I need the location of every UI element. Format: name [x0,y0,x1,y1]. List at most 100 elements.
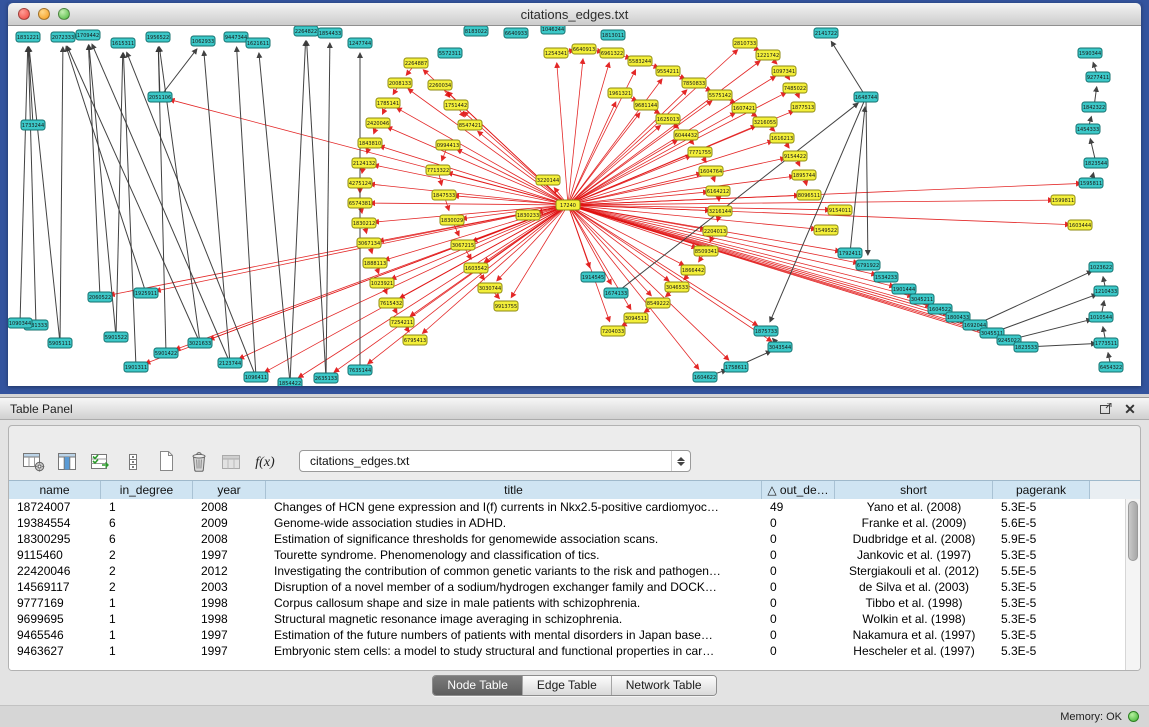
graph-node[interactable]: 8549222 [646,298,670,308]
table-row[interactable]: 977716911998Corpus callosum shape and si… [9,595,1125,611]
graph-node[interactable]: 0994413 [436,140,460,150]
graph-node[interactable]: 5901422 [154,348,178,358]
graph-node[interactable]: 1901444 [892,284,916,294]
column-header-name[interactable]: name [9,481,101,500]
float-panel-icon[interactable] [1097,401,1115,417]
graph-node[interactable]: 1090344 [8,318,32,328]
column-header-year[interactable]: year [193,481,266,500]
graph-node[interactable]: 6574381 [348,198,372,208]
graph-node[interactable]: 2060522 [88,292,112,302]
graph-node[interactable]: 3216144 [708,206,732,216]
graph-node[interactable]: 6961322 [600,48,624,58]
table-row[interactable]: 969969511998Structural magnetic resonanc… [9,611,1125,627]
graph-node[interactable]: 5901522 [104,332,128,342]
graph-node[interactable]: 7204033 [601,326,625,336]
graph-node[interactable]: 1599811 [1051,195,1075,205]
rows-icon[interactable] [120,449,146,473]
graph-node[interactable]: 3021633 [188,338,212,348]
graph-node[interactable]: 1773511 [1094,338,1118,348]
graph-node[interactable]: 1023921 [370,278,394,288]
graph-node[interactable]: 1792411 [838,248,862,258]
close-window-icon[interactable] [18,8,30,20]
graph-node[interactable]: 1210433 [1094,286,1118,296]
graph-node[interactable]: 1813011 [601,30,625,40]
graph-node[interactable]: 5575142 [708,90,732,100]
graph-node[interactable]: 1254341 [544,48,568,58]
graph-node[interactable]: 2635133 [314,373,338,383]
graph-node[interactable]: 2008133 [388,78,412,88]
graph-node[interactable]: 3094511 [624,313,648,323]
graph-node[interactable]: 1961321 [608,88,632,98]
table-row[interactable]: 946554611997Estimation of the future num… [9,627,1125,643]
network-graph[interactable]: 1724022648872008133178514124200461843810… [8,26,1141,386]
graph-node[interactable]: 1830212 [352,218,376,228]
graph-node[interactable]: 1847533 [432,190,456,200]
graph-node[interactable]: 1901311 [124,362,148,372]
graph-node[interactable]: 2072333 [51,32,75,42]
graph-node[interactable]: 1709442 [76,30,100,40]
graph-node[interactable]: 9447344 [224,32,248,42]
graph-node[interactable]: 1674133 [604,288,628,298]
graph-node[interactable]: 1046244 [541,26,565,34]
graph-node[interactable]: 1221742 [756,50,780,60]
table-row[interactable]: 1938455462009Genome-wide association stu… [9,515,1125,531]
graph-node[interactable]: 1010544 [1089,312,1113,322]
table-row[interactable]: 946362711997Embryonic stem cells: a mode… [9,643,1125,659]
graph-node[interactable]: 1097341 [772,66,796,76]
column-header-out_degree[interactable]: △ out_de… [762,481,835,500]
graph-node[interactable]: 7254211 [390,317,414,327]
graph-node[interactable]: 7771755 [688,147,712,157]
graph-node[interactable]: 2264822 [294,26,318,36]
new-document-icon[interactable] [153,449,179,473]
graph-node[interactable]: 6791922 [856,260,880,270]
graph-node[interactable]: 8547421 [458,120,482,130]
graph-node[interactable]: 2810733 [733,38,757,48]
table-source-dropdown[interactable]: citations_edges.txt [299,450,691,472]
graph-node[interactable]: 3067134 [357,238,381,248]
graph-node[interactable]: 9154011 [828,205,852,215]
zoom-window-icon[interactable] [58,8,70,20]
graph-node[interactable]: 9277411 [1086,72,1110,82]
graph-node[interactable]: 1604622 [693,372,717,382]
graph-node[interactable]: 1877513 [791,102,815,112]
graph-node[interactable]: 1956522 [146,32,170,42]
graph-node[interactable]: 1454333 [1076,124,1100,134]
graph-node[interactable]: 9154422 [783,151,807,161]
graph-node[interactable]: 1758611 [724,362,748,372]
graph-node[interactable]: 1866442 [681,265,705,275]
graph-node[interactable]: 1875733 [754,326,778,336]
function-builder-icon[interactable]: f(x) [252,449,278,473]
graph-node[interactable]: 8509341 [694,246,718,256]
graph-node[interactable]: 7713322 [426,165,450,175]
graph-node[interactable]: 3220144 [536,175,560,185]
show-columns-icon[interactable] [54,449,80,473]
graph-node[interactable]: 1925911 [134,288,158,298]
graph-node[interactable]: 7485022 [783,83,807,93]
graph-node[interactable]: 1590344 [1078,48,1102,58]
graph-node[interactable]: 1830029 [440,215,464,225]
graph-node[interactable]: 17240 [556,200,580,210]
tab-edge-table[interactable]: Edge Table [522,676,611,695]
graph-node[interactable]: 9681144 [634,100,658,110]
graph-node[interactable]: 3030744 [478,283,502,293]
graph-node[interactable]: 9913755 [494,301,518,311]
graph-node[interactable]: 7850833 [682,78,706,88]
close-panel-icon[interactable]: ✕ [1121,401,1139,417]
dropdown-spinner-icon[interactable] [671,451,690,471]
table-scrollbar[interactable] [1125,499,1140,670]
graph-node[interactable]: 1785141 [376,98,400,108]
graph-node[interactable]: 2204013 [703,226,727,236]
graph-node[interactable]: 2051106 [148,92,172,102]
graph-node[interactable]: 1603542 [464,263,488,273]
graph-node[interactable]: 5572311 [438,48,462,58]
graph-node[interactable]: 1888113 [363,258,387,268]
graph-node[interactable]: 1648744 [854,92,878,102]
graph-node[interactable]: 1854433 [318,28,342,38]
graph-node[interactable]: 1247744 [348,38,372,48]
graph-node[interactable]: 1621611 [246,38,270,48]
graph-node[interactable]: 1895744 [792,170,816,180]
graph-node[interactable]: 6640933 [504,28,528,38]
graph-node[interactable]: 6640913 [572,44,596,54]
graph-node[interactable]: 6164212 [706,186,730,196]
column-header-pagerank[interactable]: pagerank [993,481,1090,500]
